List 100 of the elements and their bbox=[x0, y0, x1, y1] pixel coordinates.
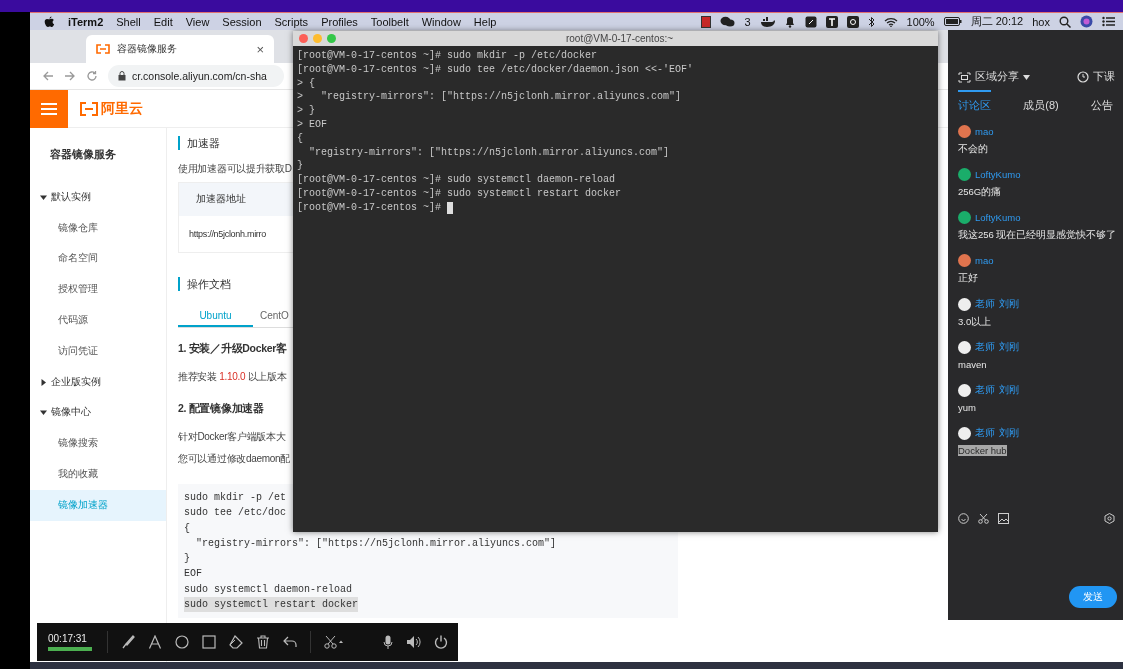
paragraph-text: 您可以通过修改daemon配 bbox=[178, 452, 290, 466]
t-icon[interactable] bbox=[825, 15, 838, 28]
chat-tab[interactable]: 讨论区 bbox=[958, 90, 991, 118]
sidebar-title: 容器镜像服务 bbox=[49, 147, 117, 162]
sidebar-item[interactable]: 授权管理 bbox=[30, 274, 166, 306]
user-name: mao bbox=[975, 126, 994, 137]
menu-button[interactable] bbox=[30, 89, 68, 128]
step-heading: 1. 安装／升级Docker客 bbox=[178, 342, 287, 356]
terminal-line: > "registry-mirrors": ["https://n5jclonh.mirror.aliyuncs.com"] bbox=[297, 90, 682, 105]
microphone-icon[interactable] bbox=[383, 635, 393, 649]
sidebar-item[interactable]: 镜像搜索 bbox=[30, 428, 166, 460]
code-line: sudo tee /etc/doc bbox=[184, 506, 287, 521]
terminal-line: [root@VM-0-17-centos ~]# sudo tee /etc/docker/daemon.json <<-'EOF' bbox=[297, 62, 694, 77]
trash-icon[interactable] bbox=[256, 635, 270, 649]
user-name: 刘刚 bbox=[999, 340, 1019, 354]
list-icon[interactable] bbox=[1102, 16, 1115, 27]
sidebar-item[interactable]: 我的收藏 bbox=[30, 459, 166, 490]
chat-icon[interactable] bbox=[720, 16, 736, 27]
address-bar[interactable]: cr.console.aliyun.com/cn-sha bbox=[108, 65, 284, 87]
wifi-icon[interactable] bbox=[883, 16, 898, 27]
caret-icon bbox=[1023, 74, 1030, 80]
menu-item[interactable]: Help bbox=[473, 15, 497, 28]
battery-icon bbox=[943, 17, 962, 26]
menu-item[interactable]: View bbox=[185, 15, 210, 28]
scissors-icon[interactable] bbox=[978, 512, 989, 524]
eraser-icon[interactable] bbox=[229, 635, 243, 649]
app-icon[interactable] bbox=[701, 15, 712, 28]
settings-icon[interactable] bbox=[1104, 512, 1115, 524]
menu-item[interactable]: iTerm2 bbox=[68, 15, 104, 28]
sidebar-item[interactable]: 命名空间 bbox=[30, 243, 166, 275]
menu-item[interactable]: Window bbox=[421, 15, 461, 28]
chat-tab[interactable]: 成员(8) bbox=[1023, 90, 1059, 118]
forward-icon[interactable] bbox=[64, 70, 76, 82]
role-label: 老师 bbox=[975, 383, 995, 397]
back-icon[interactable] bbox=[42, 70, 54, 82]
user-name[interactable]: hox bbox=[1032, 15, 1050, 28]
sidebar-group-label: 镜像中心 bbox=[51, 406, 91, 420]
sidebar-group-label: 默认实例 bbox=[51, 190, 91, 204]
search-icon[interactable] bbox=[1059, 15, 1071, 28]
sidebar-group[interactable]: 企业版实例 bbox=[30, 366, 166, 398]
user-name: mao bbox=[975, 255, 994, 266]
os-tab[interactable]: CentO bbox=[253, 305, 289, 327]
end-class-button[interactable]: 下课 bbox=[1077, 70, 1115, 84]
menu-item[interactable]: Session bbox=[222, 15, 262, 28]
menu-clock[interactable]: 周二 20:12 bbox=[970, 14, 1024, 29]
sidebar-item[interactable]: 访问凭证 bbox=[30, 336, 166, 367]
sidebar-item[interactable]: 镜像仓库 bbox=[30, 212, 166, 244]
brush-icon[interactable] bbox=[121, 635, 135, 649]
user-name: LoftyKumo bbox=[975, 169, 1021, 180]
caret-icon[interactable] bbox=[40, 409, 47, 417]
terminal-line: > { bbox=[297, 76, 315, 91]
rectangle-tool-icon[interactable] bbox=[202, 635, 216, 649]
browser-tab[interactable]: 容器镜像服务 × bbox=[86, 35, 274, 63]
bell-icon[interactable] bbox=[783, 15, 796, 28]
whale-icon[interactable] bbox=[759, 16, 775, 27]
role-label: 老师 bbox=[975, 297, 995, 311]
power-icon[interactable] bbox=[434, 635, 448, 649]
terminal-line: [root@VM-0-17-centos ~]# sudo mkdir -p /etc/docker bbox=[297, 49, 598, 63]
terminal-line: "registry-mirrors": ["https://n5jclonh.mirror.aliyuncs.com"] bbox=[308, 145, 670, 160]
apple-icon[interactable] bbox=[44, 15, 55, 28]
bluetooth-icon[interactable] bbox=[867, 15, 875, 28]
menu-item[interactable]: Scripts bbox=[274, 15, 309, 28]
code-line: EOF bbox=[184, 567, 202, 582]
siri-icon[interactable] bbox=[1080, 15, 1093, 28]
caret-icon[interactable] bbox=[40, 193, 47, 201]
user-name: 刘刚 bbox=[999, 383, 1019, 397]
bracket-logo-icon bbox=[96, 44, 110, 54]
undo-icon[interactable] bbox=[283, 635, 297, 649]
speaker-icon[interactable] bbox=[406, 635, 421, 649]
circle-tool-icon[interactable] bbox=[175, 635, 189, 649]
section-heading: 加速器 bbox=[178, 136, 220, 150]
section-heading: 操作文档 bbox=[178, 277, 231, 291]
scissors-icon[interactable] bbox=[324, 635, 344, 649]
message-text: Docker hub bbox=[958, 445, 1007, 456]
step-heading: 2. 配置镜像加速器 bbox=[178, 402, 264, 416]
terminal-line: > EOF bbox=[297, 118, 327, 132]
menu-item[interactable]: Shell bbox=[116, 15, 141, 28]
menu-item[interactable]: Toolbelt bbox=[370, 15, 409, 28]
message-text: 256G的痛 bbox=[958, 186, 1002, 199]
message-text: 我这256 现在已经明显感觉快不够了 bbox=[958, 229, 1117, 242]
role-label: 老师 bbox=[975, 340, 995, 354]
sidebar-item[interactable]: 代码源 bbox=[30, 305, 166, 336]
text-tool-icon[interactable] bbox=[148, 635, 162, 649]
share-button[interactable]: 区域分享 bbox=[958, 70, 1030, 84]
menu-icon bbox=[41, 102, 57, 115]
image-icon[interactable] bbox=[998, 512, 1009, 524]
sidebar-group[interactable]: 镜像中心 bbox=[30, 397, 166, 429]
menu-item[interactable]: Profiles bbox=[321, 15, 358, 28]
sidebar-group[interactable]: 默认实例 bbox=[30, 182, 166, 213]
screen-icon bbox=[958, 71, 971, 83]
close-tab-button[interactable]: × bbox=[256, 41, 264, 57]
menu-item[interactable]: Edit bbox=[153, 15, 173, 28]
reload-icon[interactable] bbox=[86, 70, 98, 82]
message-text: yum bbox=[958, 402, 976, 413]
chat-tab[interactable]: 公告 bbox=[1091, 90, 1113, 118]
tab-title: 容器镜像服务 bbox=[117, 42, 177, 56]
caret-icon[interactable] bbox=[40, 378, 47, 386]
battery-percentage: 100% bbox=[906, 15, 935, 28]
emoji-icon[interactable] bbox=[958, 512, 969, 524]
terminal-line: [root@VM-0-17-centos ~]# bbox=[297, 200, 443, 215]
